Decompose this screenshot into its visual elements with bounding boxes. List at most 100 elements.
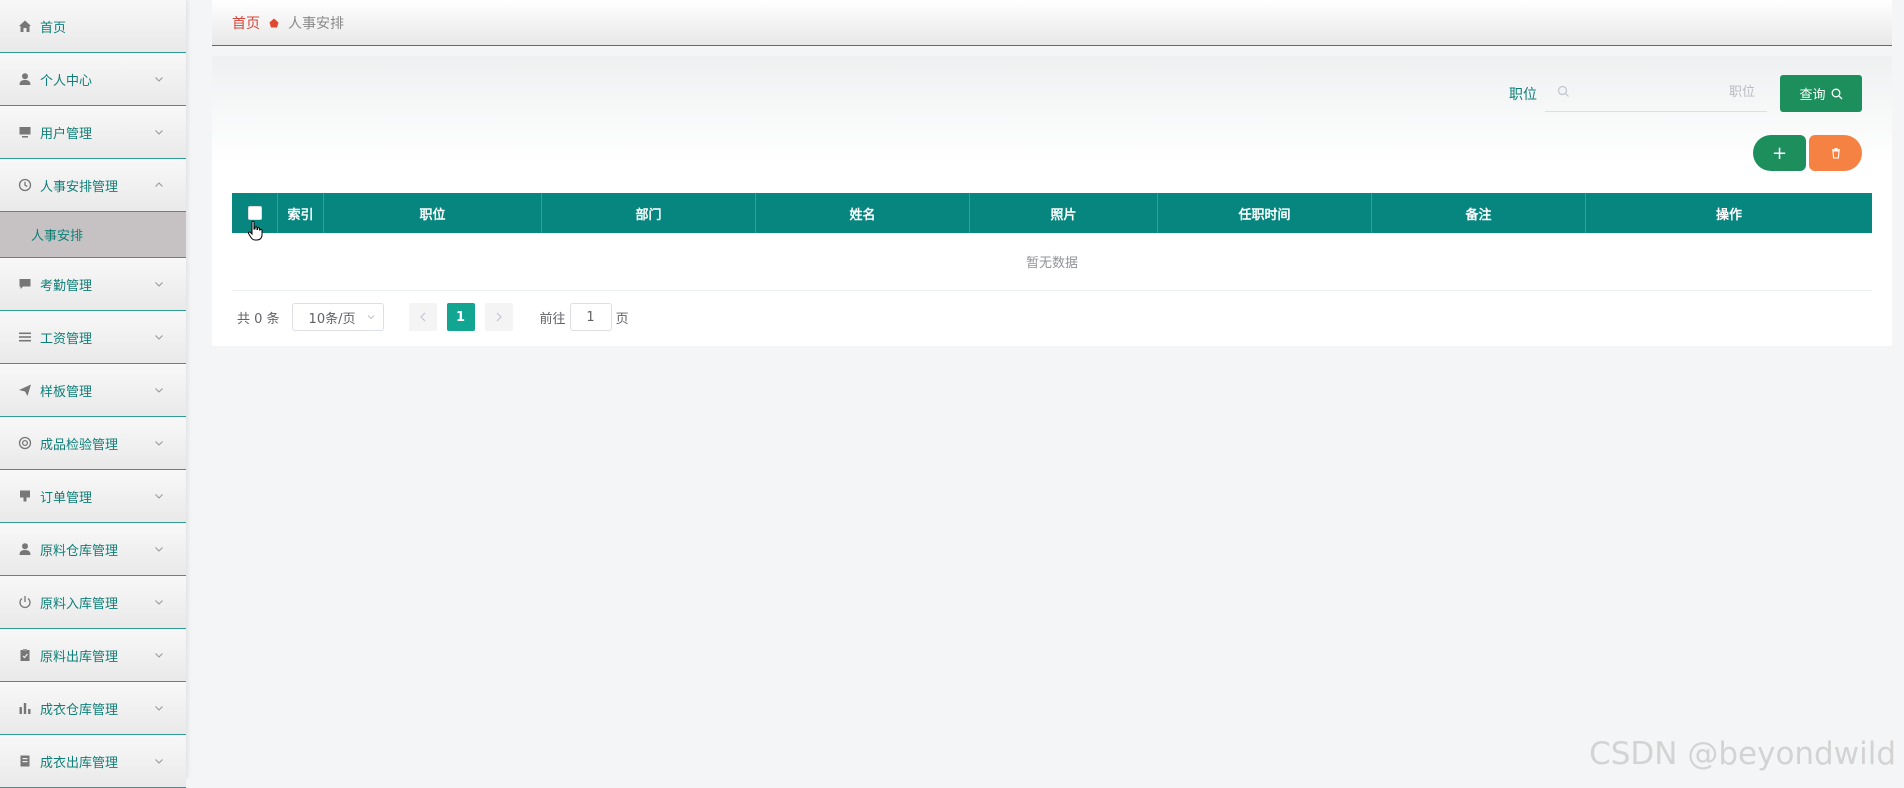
send-icon [18,383,32,397]
clock-icon [18,178,32,192]
chevron-down-icon [155,282,163,287]
search-icon [1557,85,1569,97]
delete-button[interactable] [1809,135,1862,171]
empty-text: 暂无数据 [1025,256,1078,271]
page-size-select[interactable]: 10条/页 [291,303,384,331]
chevron-down-icon [155,600,163,605]
chevron-down-icon [155,335,163,340]
search-input[interactable] [1575,74,1761,110]
chevron-down-icon [155,547,163,552]
sidebar-item-label: 成衣出库管理 [40,755,119,771]
sidebar-item-personal-center[interactable]: 个人中心 [0,53,186,106]
sidebar-item-label: 用户管理 [40,126,93,142]
stamp-icon [18,489,32,503]
sidebar-item-raw-material-outbound-management[interactable]: 原料出库管理 [0,629,186,682]
page-size-value: 10条/页 [308,311,356,327]
sidebar-item-label: 订单管理 [40,490,93,506]
sidebar-item-label: 样板管理 [40,384,93,400]
sidebar-item-label: 原料仓库管理 [40,543,119,559]
column-header[interactable]: 索引 [278,193,324,233]
page-number-button[interactable]: 1 [446,303,475,331]
sidebar-item-personnel-arrangement-management[interactable]: 人事安排管理 [0,159,186,212]
breadcrumb-home-link[interactable]: 首页 [232,13,260,33]
sidebar-item-salary-management[interactable]: 工资管理 [0,311,186,364]
sidebar-item-label: 成衣仓库管理 [40,702,119,718]
sidebar-item-label: 原料出库管理 [40,649,119,665]
list-icon [18,330,32,344]
sidebar-item-product-inspection-management[interactable]: 成品检验管理 [0,417,186,470]
table-header: 索引 职位 部门 姓名 照片 任职时间 备注 操作 [232,193,1872,233]
sidebar-subitem-personnel-arrangement[interactable]: 人事安排 [0,212,186,258]
column-header[interactable]: 姓名 [756,193,970,233]
column-header[interactable]: 任职时间 [1158,193,1372,233]
sidebar-item-order-management[interactable]: 订单管理 [0,470,186,523]
chevron-down-icon [155,388,163,393]
sidebar-item-raw-material-inbound-management[interactable]: 原料入库管理 [0,576,186,629]
table-empty-row: 暂无数据 [232,233,1872,291]
home-icon [18,19,32,33]
sidebar-item-label: 首页 [40,20,67,36]
column-header[interactable]: 照片 [970,193,1158,233]
sidebar-item-garment-warehouse-management[interactable]: 成衣仓库管理 [0,682,186,735]
power-icon [18,595,32,609]
pagination: 共 0 条 10条/页 1 前往 页 [237,303,629,331]
search-icon [1831,88,1842,99]
page-jump-prefix: 前往 [539,311,566,327]
select-all-checkbox[interactable] [247,206,262,220]
breadcrumb: 首页 人事安排 [212,0,1892,46]
user-icon [18,542,32,556]
chevron-down-icon [155,706,163,711]
prev-page-button[interactable] [408,303,437,331]
sidebar: 首页 个人中心 用户管理 人事安排管理 人事安排 考勤管理 工资管理 样板管理 … [0,0,186,788]
sidebar-item-raw-material-warehouse-management[interactable]: 原料仓库管理 [0,523,186,576]
chevron-down-icon [155,653,163,658]
sidebar-item-sample-management[interactable]: 样板管理 [0,364,186,417]
add-button[interactable]: + [1753,135,1806,171]
bar-chart-icon [18,701,32,715]
sidebar-item-label: 原料入库管理 [40,596,119,612]
monitor-icon [18,125,32,139]
chevron-left-icon [419,312,425,322]
chevron-down-icon [155,130,163,135]
sidebar-item-home[interactable]: 首页 [0,0,186,53]
search-field[interactable] [1545,74,1767,112]
sidebar-item-label: 人事安排管理 [40,179,119,195]
sidebar-subitem-label: 人事安排 [31,229,84,244]
watermark: CSDN @beyondwild [1589,736,1896,772]
help-ring-icon [18,436,32,450]
page-jump-suffix: 页 [615,311,629,327]
column-header[interactable]: 操作 [1586,193,1872,233]
next-page-button[interactable] [484,303,513,331]
column-header[interactable]: 部门 [542,193,756,233]
chat-icon [18,277,32,291]
data-table: 索引 职位 部门 姓名 照片 任职时间 备注 操作 暂无数据 [232,193,1872,291]
breadcrumb-separator-icon [268,17,280,29]
column-header[interactable]: 备注 [1372,193,1586,233]
chevron-down-icon [367,315,374,320]
sidebar-item-label: 工资管理 [40,331,93,347]
query-button-label: 查询 [1799,88,1826,103]
sidebar-item-garment-outbound-management[interactable]: 成衣出库管理 [0,735,186,788]
sidebar-item-attendance-management[interactable]: 考勤管理 [0,258,186,311]
breadcrumb-current: 人事安排 [288,15,344,32]
chevron-up-icon [155,182,163,187]
page-jump-input[interactable] [569,303,612,331]
page-jump: 前往 页 [540,303,629,331]
chevron-down-icon [155,441,163,446]
document-icon [18,754,32,768]
sidebar-item-label: 成品检验管理 [40,437,119,453]
pagination-total: 共 0 条 [237,311,280,327]
chevron-down-icon [155,494,163,499]
query-button[interactable]: 查询 [1780,75,1862,112]
chevron-down-icon [155,759,163,764]
hand-cursor-icon [247,220,263,241]
clipboard-icon [18,648,32,662]
sidebar-item-label: 考勤管理 [40,278,93,294]
main-panel: 职位 查询 + 索引 职位 部门 姓名 照片 任职时间 备注 操作 暂无数据 [212,56,1892,346]
sidebar-item-user-management[interactable]: 用户管理 [0,106,186,159]
plus-icon: + [1771,142,1788,164]
column-header[interactable]: 职位 [324,193,542,233]
trash-icon [1831,148,1840,159]
chevron-right-icon [496,312,502,322]
search-label: 职位 [1509,87,1537,103]
